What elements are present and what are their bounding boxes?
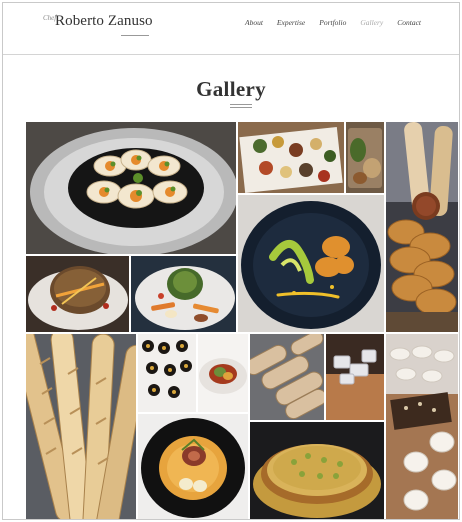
logo-underline (121, 35, 149, 36)
bread-rolls-image (250, 334, 324, 420)
nav-contact[interactable]: Contact (397, 18, 421, 27)
vegetables-image (131, 256, 236, 332)
gallery-image-quiche[interactable] (250, 422, 384, 519)
gallery-image-seafood[interactable] (238, 195, 384, 332)
nav-expertise[interactable]: Expertise (277, 18, 305, 27)
nav-portfolio[interactable]: Portfolio (319, 18, 346, 27)
braided-bread-image (386, 122, 458, 332)
gallery-image-small-dish[interactable] (198, 334, 248, 412)
terrine-image (26, 256, 129, 332)
page-title: Gallery (196, 77, 266, 101)
gallery-image-braided-bread[interactable] (386, 122, 458, 332)
title-divider-2 (230, 107, 252, 108)
gallery-image-roulade[interactable] (138, 414, 248, 519)
gallery-image-oysters[interactable] (26, 122, 236, 254)
gallery-image-sugar[interactable] (326, 334, 384, 420)
small-dish-image (198, 334, 248, 412)
roulade-image (138, 414, 248, 519)
bread-loaves-image (346, 122, 384, 193)
gallery-image-terrine[interactable] (26, 256, 129, 332)
canapes-image (238, 122, 344, 193)
gallery-image-bread-loaves[interactable] (346, 122, 384, 193)
title-divider (230, 104, 252, 105)
gallery-image-bread-rolls[interactable] (250, 334, 324, 420)
seafood-image (238, 195, 384, 332)
gallery-image-macarons[interactable] (386, 334, 458, 519)
gallery-image-vegetables[interactable] (131, 256, 236, 332)
logo-name: Roberto Zanuso (55, 13, 153, 29)
quiche-image (250, 422, 384, 519)
gallery-image-canapes[interactable] (238, 122, 344, 193)
oysters-image (26, 122, 236, 254)
gallery-image-baguettes[interactable] (26, 334, 136, 519)
sugar-image (326, 334, 384, 420)
site-header: Chef Roberto Zanuso About Expertise Port… (3, 3, 459, 55)
nav-gallery[interactable]: Gallery (360, 18, 383, 27)
pralines-image (138, 334, 196, 412)
gallery-image-pralines[interactable] (138, 334, 196, 412)
nav-about[interactable]: About (245, 18, 263, 27)
baguettes-image (26, 334, 136, 519)
macarons-image (386, 334, 458, 519)
page-frame: Chef Roberto Zanuso About Expertise Port… (2, 2, 460, 520)
main-nav: About Expertise Portfolio Gallery Contac… (245, 18, 421, 27)
